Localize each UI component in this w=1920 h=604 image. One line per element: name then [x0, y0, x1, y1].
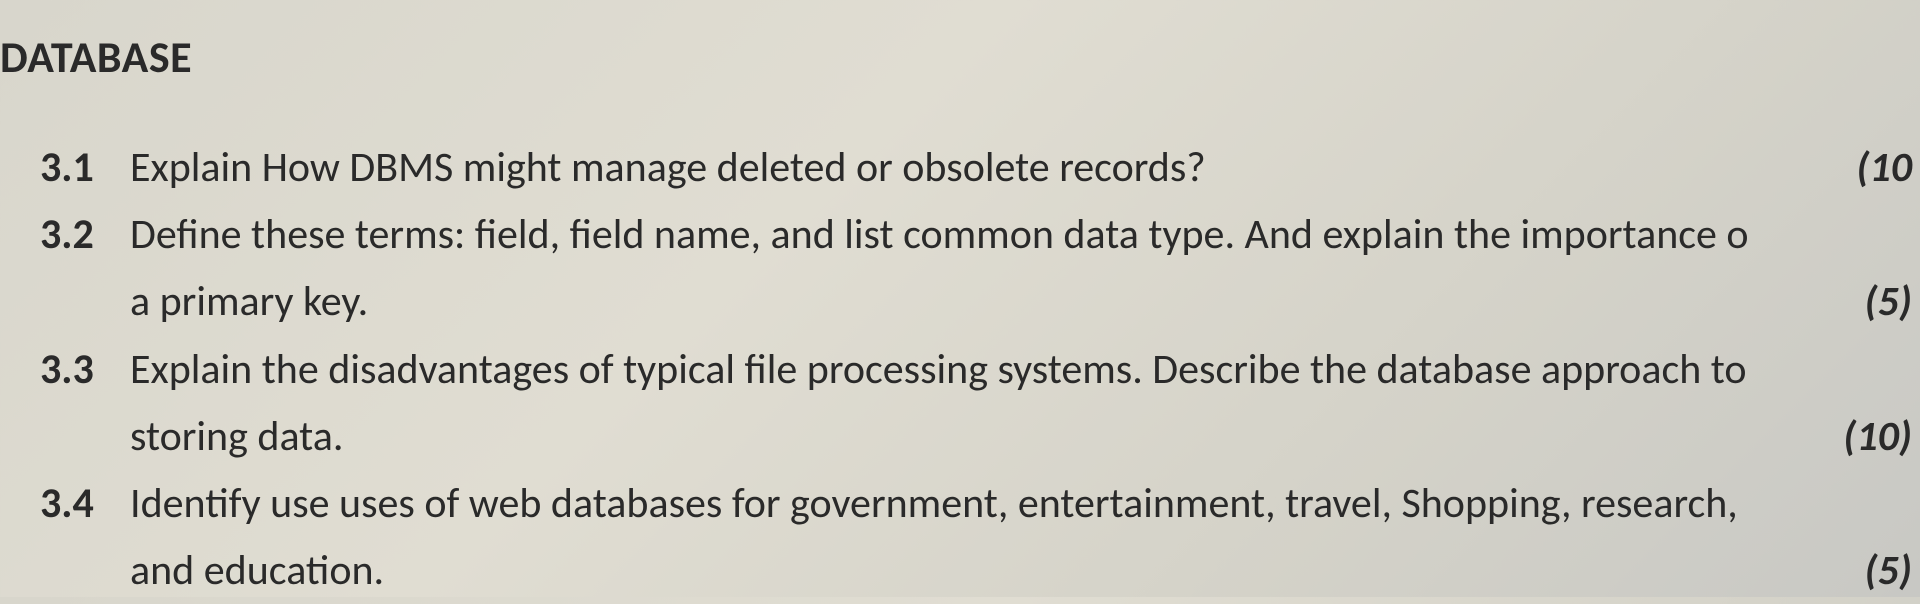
question-text: and education.: [130, 537, 384, 604]
question-row: 3.2 Define these terms: field, field nam…: [0, 201, 1920, 268]
question-marks: (10: [1836, 142, 1920, 193]
question-continuation: and education. (5): [0, 537, 1920, 604]
question-number: 3.3: [40, 344, 130, 395]
question-left: and education.: [40, 537, 1845, 604]
question-left: 3.4 Identify use uses of web databases f…: [40, 470, 1892, 537]
question-number: 3.2: [40, 209, 130, 260]
question-text: a primary key.: [130, 268, 368, 335]
question-left: 3.1 Explain How DBMS might manage delete…: [40, 134, 1836, 201]
question-marks: (5): [1845, 545, 1920, 596]
question-marks: (10): [1823, 411, 1920, 462]
question-text: Explain the disadvantages of typical fil…: [130, 336, 1747, 403]
question-left: storing data.: [40, 403, 1823, 470]
question-number: 3.4: [40, 478, 130, 529]
question-text: Explain How DBMS might manage deleted or…: [130, 134, 1206, 201]
section-heading: DATABASE: [0, 30, 1920, 84]
question-left: a primary key.: [40, 268, 1845, 335]
question-continuation: a primary key. (5): [0, 268, 1920, 335]
question-row: 3.1 Explain How DBMS might manage delete…: [0, 134, 1920, 201]
question-left: 3.3 Explain the disadvantages of typical…: [40, 336, 1892, 403]
question-number: 3.1: [40, 142, 130, 193]
question-text: storing data.: [130, 403, 343, 470]
question-text: Identify use uses of web databases for g…: [130, 470, 1738, 537]
question-marks: (5): [1845, 276, 1920, 327]
question-text: Define these terms: field, field name, a…: [130, 201, 1749, 268]
question-continuation: storing data. (10): [0, 403, 1920, 470]
document-page: DATABASE 3.1 Explain How DBMS might mana…: [0, 0, 1920, 604]
question-left: 3.2 Define these terms: field, field nam…: [40, 201, 1892, 268]
question-row: 3.4 Identify use uses of web databases f…: [0, 470, 1920, 537]
question-row: 3.3 Explain the disadvantages of typical…: [0, 336, 1920, 403]
